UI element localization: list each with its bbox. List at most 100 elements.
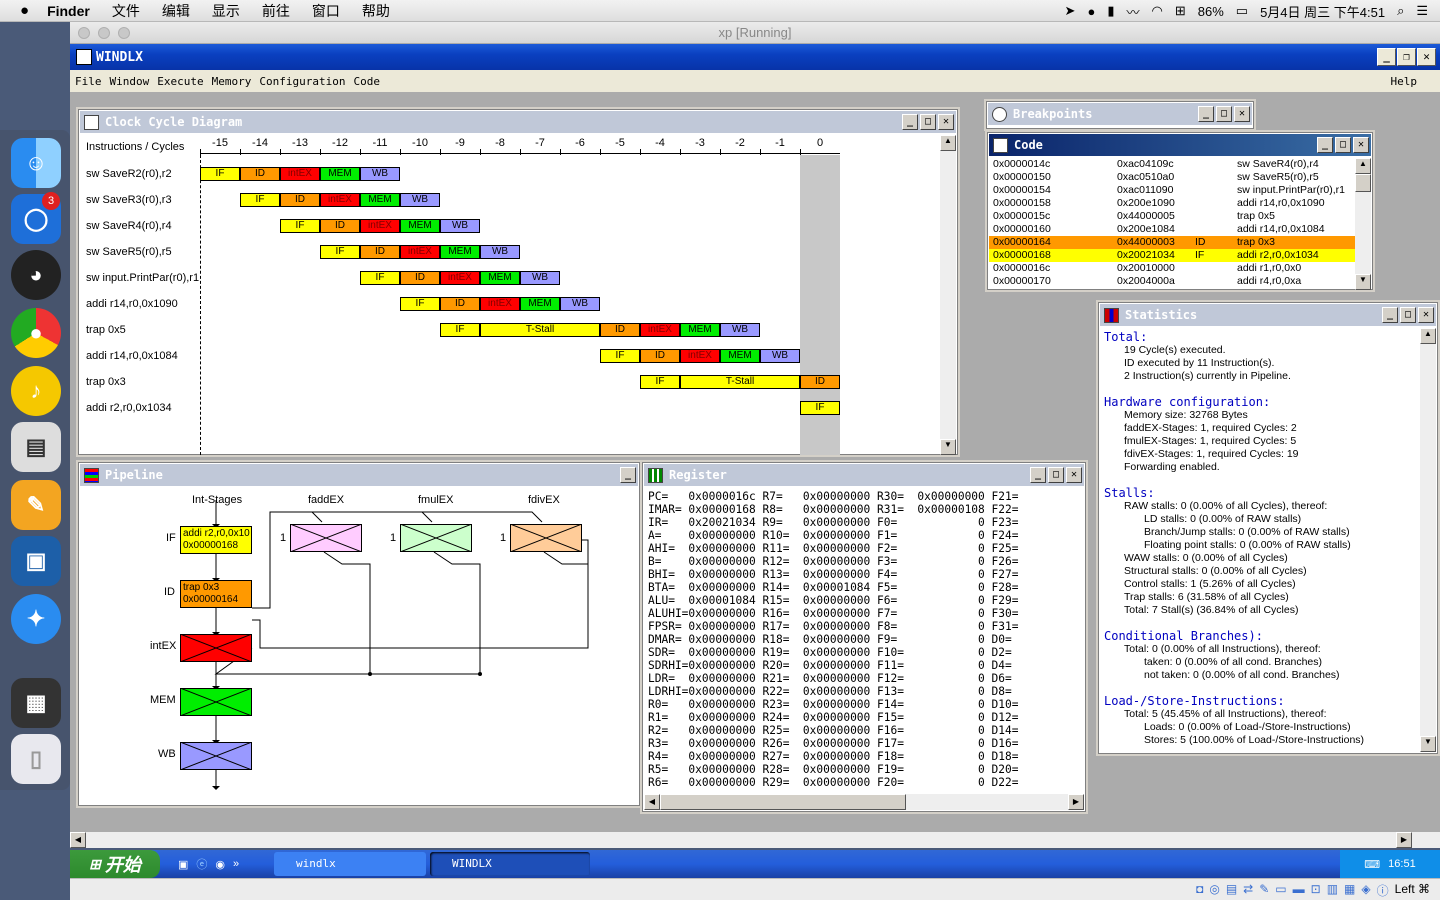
ie-icon[interactable]: ⓔ — [196, 856, 207, 872]
code-row[interactable]: 0x00000150 0xac0510a0 sw SaveR5(r0),r5 — [989, 171, 1357, 184]
intex-stage-box[interactable] — [180, 634, 252, 662]
menubar-clock[interactable]: 5月4日 周三 下午4:51 — [1260, 2, 1385, 21]
code-maximize-button[interactable]: □ — [1335, 137, 1351, 153]
menu-go[interactable]: 前往 — [262, 1, 290, 21]
taskbar-windlx-app[interactable]: WINDLX — [430, 852, 590, 876]
keyboard-icon[interactable]: ⌨ — [1364, 858, 1380, 871]
qq-icon[interactable]: ● — [1087, 4, 1095, 19]
clock-close-button[interactable]: ✕ — [938, 114, 954, 130]
media-player-icon[interactable]: ◉ — [215, 858, 225, 871]
if-stage-box[interactable]: addi r2,r0,0x10 0x00000168 — [180, 526, 252, 554]
breakpoints-close-button[interactable]: ✕ — [1234, 106, 1250, 122]
code-row[interactable]: 0x00000154 0xac011090 sw input.PrintPar(r0… — [989, 184, 1357, 197]
statistics-maximize-button[interactable]: □ — [1400, 307, 1416, 323]
network-icon[interactable]: ⊡ — [1311, 882, 1321, 899]
scroll-down-arrow-icon[interactable]: ▼ — [1355, 274, 1371, 290]
app-restore-button[interactable]: ❐ — [1397, 48, 1416, 66]
scroll-left-arrow-icon[interactable]: ◀ — [70, 832, 86, 848]
spotlight-icon[interactable]: ⌕ — [1397, 3, 1404, 19]
virtualbox-dock-icon[interactable]: ▣ — [11, 536, 61, 586]
scroll-down-arrow-icon[interactable]: ▼ — [940, 439, 956, 455]
clock-minimize-button[interactable]: _ — [902, 114, 918, 130]
statistics-minimize-button[interactable]: _ — [1382, 307, 1398, 323]
code-vscrollbar[interactable]: ▲ ▼ — [1355, 158, 1371, 290]
pages-dock-icon[interactable]: ✎ — [11, 480, 61, 530]
menu-file[interactable]: File — [75, 75, 102, 88]
clock-maximize-button[interactable]: □ — [920, 114, 936, 130]
cpu-icon[interactable]: ▦ — [1344, 882, 1355, 899]
register-hscrollbar[interactable]: ◀ ▶ — [644, 794, 1084, 810]
finder-menu[interactable]: Finder — [47, 3, 90, 19]
wb-stage-box[interactable] — [180, 742, 252, 770]
menu-view[interactable]: 显示 — [212, 1, 240, 21]
id-stage-box[interactable]: trap 0x3 0x00000164 — [180, 580, 252, 608]
hdd-icon[interactable]: ◘ — [1196, 882, 1203, 899]
code-minimize-button[interactable]: _ — [1317, 137, 1333, 153]
statistics-vscrollbar[interactable]: ▲ ▼ — [1420, 328, 1436, 752]
mdi-hscrollbar[interactable]: ◀ ▶ — [70, 832, 1440, 848]
statistics-close-button[interactable]: ✕ — [1418, 307, 1434, 323]
recent-window-dock-icon[interactable]: ▦ — [11, 678, 61, 728]
code-row[interactable]: 0x0000015c 0x44000005 trap 0x5 — [989, 210, 1357, 223]
menu-help[interactable]: 帮助 — [362, 1, 390, 21]
fmulex-stage-box[interactable] — [400, 524, 472, 552]
code-row[interactable]: 0x0000014c 0xac04109c sw SaveR4(r0),r4 — [989, 158, 1357, 171]
code-row[interactable]: 0x00000170 0x2004000a addi r4,r0,0xa — [989, 275, 1357, 288]
quicklaunch-more[interactable]: » — [233, 858, 239, 870]
menu-window[interactable]: 窗口 — [312, 1, 340, 21]
fdivex-stage-box[interactable] — [510, 524, 582, 552]
menu-edit[interactable]: 编辑 — [162, 1, 190, 21]
breakpoints-minimize-button[interactable]: _ — [1198, 106, 1214, 122]
code-row[interactable]: 0x00000168 0x20021034 IF addi r2,r0,0x1034 — [989, 249, 1357, 262]
display-icon[interactable]: ▭ — [1275, 882, 1286, 899]
battery-icon[interactable]: ▭ — [1236, 3, 1248, 19]
wifi-icon[interactable]: ◠ — [1151, 3, 1162, 19]
trash-dock-icon[interactable]: ▯ — [11, 734, 61, 784]
faddex-stage-box[interactable] — [290, 524, 362, 552]
menu-window[interactable]: Window — [110, 75, 150, 88]
app-close-button[interactable]: ✕ — [1417, 48, 1436, 66]
code-row[interactable]: 0x00000164 0x44000003 ID trap 0x3 — [989, 236, 1357, 249]
usb-icon[interactable]: ⇄ — [1243, 882, 1253, 899]
code-titlebar[interactable]: Code _ □ ✕ — [989, 134, 1371, 156]
scroll-right-arrow-icon[interactable]: ▶ — [1396, 832, 1412, 848]
apple-menu-icon[interactable]: ● — [20, 2, 29, 19]
menu-code[interactable]: Code — [353, 75, 380, 88]
bookmark-icon[interactable]: ▮ — [1107, 3, 1114, 19]
scroll-down-arrow-icon[interactable]: ▼ — [1420, 736, 1436, 752]
breakpoints-maximize-button[interactable]: □ — [1216, 106, 1232, 122]
mouse-icon[interactable]: ◈ — [1361, 882, 1370, 899]
folder-icon[interactable]: ▬ — [1293, 882, 1305, 899]
wave-icon[interactable]: 〰 — [1126, 2, 1139, 21]
menu-file[interactable]: 文件 — [112, 1, 140, 21]
menu-execute[interactable]: Execute — [157, 75, 203, 88]
finder-dock-icon[interactable]: ☺ — [11, 138, 61, 188]
tray-clock[interactable]: 16:51 — [1388, 858, 1416, 870]
scroll-up-arrow-icon[interactable]: ▲ — [1420, 328, 1436, 344]
code-row[interactable]: 0x00000160 0x200e1084 addi r14,r0,0x1084 — [989, 223, 1357, 236]
pen-icon[interactable]: ✎ — [1259, 882, 1269, 899]
clock-vscrollbar[interactable]: ▲ ▼ — [940, 135, 956, 455]
register-titlebar[interactable]: Register _ □ ✕ — [644, 464, 1084, 486]
chrome-dock-icon[interactable]: ● — [11, 308, 61, 358]
register-minimize-button[interactable]: _ — [1030, 467, 1046, 483]
safari-dock-icon[interactable]: ✦ — [11, 594, 61, 644]
taskbar-windlx-folder[interactable]: windlx — [274, 852, 426, 876]
code-close-button[interactable]: ✕ — [1353, 137, 1369, 153]
scroll-up-arrow-icon[interactable]: ▲ — [1355, 158, 1371, 174]
floppy-icon[interactable]: ▤ — [1226, 882, 1237, 899]
scroll-thumb[interactable] — [1355, 174, 1371, 192]
start-button[interactable]: ⊞ 开始 — [70, 850, 160, 878]
breakpoints-titlebar[interactable]: Breakpoints _ □ ✕ — [988, 103, 1252, 125]
code-row[interactable]: 0x00000158 0x200e1090 addi r14,r0,0x1090 — [989, 197, 1357, 210]
music-dock-icon[interactable]: ♪ — [11, 366, 61, 416]
notification-center-icon[interactable]: ☰ — [1416, 3, 1428, 19]
input-method-icon[interactable]: ⊞ — [1175, 3, 1186, 19]
info-icon[interactable]: ⓘ — [1377, 882, 1389, 899]
scroll-up-arrow-icon[interactable]: ▲ — [940, 135, 956, 151]
minimize-window-button[interactable] — [98, 27, 110, 39]
pipeline-titlebar[interactable]: Pipeline _ — [80, 464, 638, 486]
menu-configuration[interactable]: Configuration — [259, 75, 345, 88]
show-desktop-icon[interactable]: ▣ — [178, 858, 188, 871]
scroll-left-arrow-icon[interactable]: ◀ — [644, 794, 660, 810]
